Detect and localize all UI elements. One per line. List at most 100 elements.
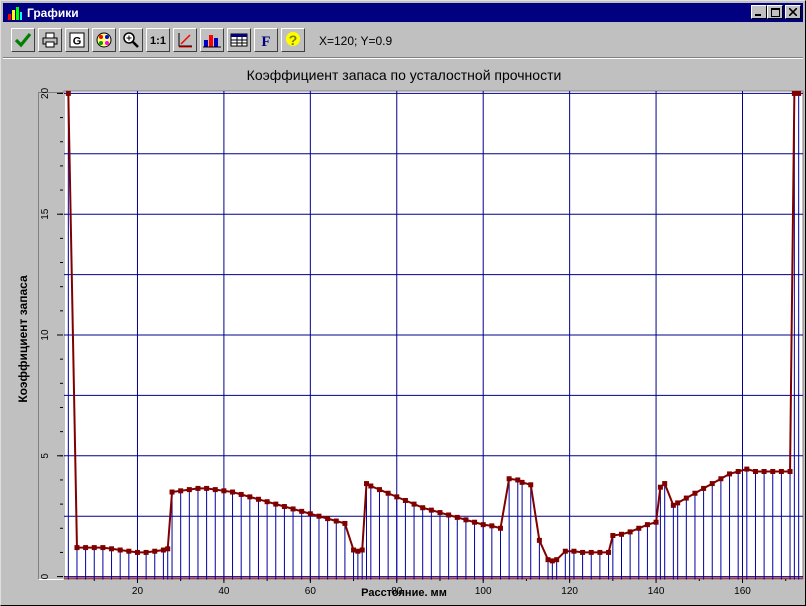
data-point	[644, 522, 650, 528]
data-point	[325, 516, 331, 522]
data-point	[562, 548, 568, 554]
data-point	[701, 485, 707, 491]
data-point	[727, 471, 733, 477]
data-point	[506, 476, 512, 482]
data-point	[791, 90, 797, 96]
data-point	[497, 525, 503, 531]
data-point	[778, 468, 784, 474]
data-point	[683, 495, 689, 501]
data-point	[411, 501, 417, 507]
chart-plot: 0 5 10 15 20 20 40 60 80 100 120 140 160	[40, 87, 804, 597]
data-point	[536, 537, 542, 543]
data-point	[333, 518, 339, 524]
data-point	[610, 533, 616, 539]
data-point	[359, 547, 365, 553]
data-point	[165, 546, 171, 552]
data-point	[91, 545, 97, 551]
data-point	[545, 557, 551, 563]
data-point	[307, 511, 313, 517]
data-point	[662, 481, 668, 487]
x-tick-label: 140	[648, 586, 665, 597]
data-point	[752, 468, 758, 474]
data-point	[653, 519, 659, 525]
data-point	[394, 494, 400, 500]
data-point	[117, 547, 123, 553]
data-point	[735, 468, 741, 474]
data-point	[238, 491, 244, 497]
data-point	[290, 506, 296, 512]
data-point	[420, 505, 426, 511]
data-point	[718, 476, 724, 482]
data-point	[221, 488, 227, 494]
x-tick-label: 20	[132, 586, 144, 597]
data-point	[580, 549, 586, 555]
data-point	[385, 490, 391, 496]
data-point	[528, 482, 534, 488]
data-point	[195, 485, 201, 491]
data-point	[126, 548, 132, 554]
data-point	[588, 549, 594, 555]
data-point	[351, 547, 357, 553]
y-tick-label: 0	[40, 573, 51, 579]
data-point	[519, 479, 525, 485]
data-point	[100, 545, 106, 551]
data-point	[230, 489, 236, 495]
data-point	[437, 510, 443, 516]
data-point	[472, 519, 478, 525]
x-tick-label: 40	[218, 586, 230, 597]
data-point	[160, 547, 166, 553]
x-tick-label: 100	[475, 586, 492, 597]
data-point	[515, 477, 521, 483]
x-tick-label: 160	[734, 586, 751, 597]
data-point	[489, 523, 495, 529]
x-tick-label: 80	[391, 586, 403, 597]
data-point	[143, 549, 149, 555]
data-point	[264, 499, 270, 505]
data-point	[554, 557, 560, 563]
data-point	[281, 504, 287, 510]
data-point	[402, 497, 408, 503]
data-point	[65, 90, 71, 96]
data-point	[152, 548, 158, 554]
data-point	[454, 514, 460, 520]
data-point	[109, 546, 115, 552]
data-point	[761, 468, 767, 474]
data-point	[636, 525, 642, 531]
data-point	[376, 487, 382, 493]
data-point	[670, 502, 676, 508]
data-point	[571, 548, 577, 554]
data-point	[787, 468, 793, 474]
data-point	[316, 513, 322, 519]
data-point	[744, 466, 750, 472]
data-point	[675, 500, 681, 506]
y-tick-label: 5	[40, 453, 51, 459]
y-tick-label: 20	[40, 87, 51, 99]
data-point	[796, 90, 802, 96]
data-point	[83, 545, 89, 551]
data-point	[606, 549, 612, 555]
data-point	[255, 496, 261, 502]
data-point	[480, 522, 486, 528]
data-point	[770, 468, 776, 474]
data-point	[463, 517, 469, 523]
data-point	[204, 485, 210, 491]
data-point	[597, 549, 603, 555]
data-point	[618, 531, 624, 537]
data-point	[212, 487, 218, 493]
data-point	[247, 494, 253, 500]
data-point	[355, 548, 361, 554]
x-tick-label: 60	[305, 586, 317, 597]
y-tick-label: 15	[40, 208, 51, 220]
data-point	[178, 488, 184, 494]
data-point	[627, 529, 633, 535]
data-point	[186, 487, 192, 493]
data-point	[169, 489, 175, 495]
data-point	[368, 483, 374, 489]
data-point	[342, 520, 348, 526]
data-point	[134, 549, 140, 555]
data-point	[692, 490, 698, 496]
data-point	[364, 481, 370, 487]
data-point	[273, 501, 279, 507]
data-point	[428, 507, 434, 513]
y-tick-label: 10	[40, 329, 51, 341]
